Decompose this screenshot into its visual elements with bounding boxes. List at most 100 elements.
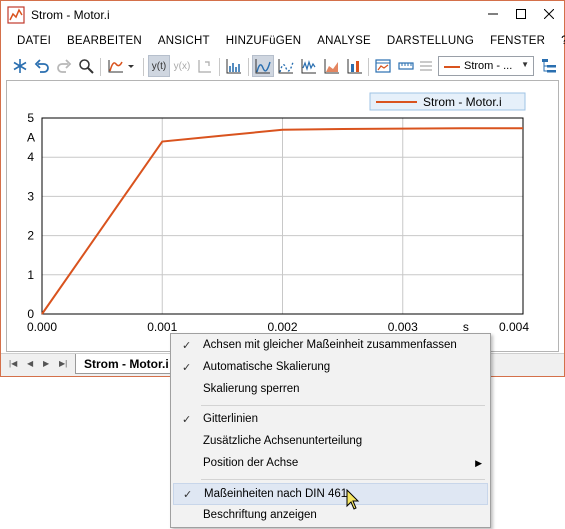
menu-item-merge-axes[interactable]: ✓ Achsen mit gleicher Maßeinheit zusamme… (173, 335, 488, 357)
x-tick-label: 0.001 (147, 320, 177, 334)
menu-item-label: Gitterlinien (203, 413, 258, 425)
menu-item-axis-position[interactable]: Position der Achse ▶ (173, 453, 488, 475)
check-icon: ✓ (182, 414, 192, 426)
menu-item-label: Skalierung sperren (203, 383, 300, 395)
menu-item-lock-scale[interactable]: Skalierung sperren (173, 379, 488, 401)
menu-item-extra-subdivision[interactable]: Zusätzliche Achsenunterteilung (173, 431, 488, 453)
ruler-icon (398, 62, 414, 70)
mouse-pointer-icon (346, 489, 360, 510)
bar-view-button[interactable] (223, 55, 245, 77)
stacked-view-button[interactable] (344, 55, 366, 77)
minimize-icon (488, 13, 498, 15)
redo-icon (57, 59, 72, 73)
y-of-x-button[interactable]: y(x) (171, 55, 193, 77)
xy-transfer-button[interactable] (194, 55, 216, 77)
menu-item-show-labels[interactable]: Beschriftung anzeigen (173, 505, 488, 527)
x-tick-label: 0.002 (267, 320, 297, 334)
magnifier-icon (79, 59, 94, 74)
series-select[interactable]: Strom - ... ▼ (438, 56, 534, 76)
toolbar: y(t) y(x) Strom - ... ▼ (1, 54, 564, 80)
y-of-t-label: y(t) (151, 60, 167, 72)
ruler-button[interactable] (395, 55, 417, 77)
check-icon: ✓ (182, 362, 192, 374)
main-window: Strom - Motor.i DATEI BEARBEITEN ANSICHT… (0, 0, 565, 377)
menu-separator (201, 405, 485, 406)
submenu-arrow-icon: ▶ (475, 458, 482, 468)
y-axis-unit: A (27, 131, 35, 145)
menu-bearbeiten[interactable]: BEARBEITEN (59, 35, 150, 47)
freeze-button[interactable] (9, 55, 31, 77)
menu-help[interactable]: ? (553, 35, 565, 47)
list-button[interactable] (415, 55, 437, 77)
menu-item-label: Position der Achse (203, 457, 299, 469)
window-chart-icon (375, 59, 391, 73)
tab-first-icon[interactable]: |◀ (9, 359, 17, 368)
line-view-button[interactable] (252, 55, 274, 77)
minimize-button[interactable] (481, 3, 505, 25)
bar-chart-icon (226, 59, 241, 74)
undo-icon (34, 59, 49, 73)
menu-datei[interactable]: DATEI (9, 35, 59, 47)
app-chart-icon (7, 6, 25, 24)
redo-button[interactable] (53, 55, 75, 77)
stacked-chart-icon (347, 59, 362, 74)
legend[interactable]: Strom - Motor.i (369, 92, 526, 111)
area-view-button[interactable] (321, 55, 343, 77)
envelope-view-button[interactable] (298, 55, 320, 77)
window-title: Strom - Motor.i (31, 8, 110, 22)
curve-style-icon (108, 60, 134, 73)
close-icon (544, 9, 554, 19)
y-tick-label: 1 (27, 268, 34, 282)
tab-next-icon[interactable]: ▶ (43, 359, 49, 368)
chart-svg[interactable]: 0 1 2 3 4 5 0.000 0.001 0.002 0.003 0.004 A s Str… (7, 81, 558, 351)
axes-transfer-icon (198, 60, 211, 73)
menu-item-auto-scale[interactable]: ✓ Automatische Skalierung (173, 357, 488, 379)
y-of-t-button[interactable]: y(t) (148, 55, 170, 77)
area-chart-icon (324, 59, 339, 74)
menu-item-gridlines[interactable]: ✓ Gitterlinien (173, 409, 488, 431)
check-icon: ✓ (183, 489, 193, 501)
tree-view-button[interactable] (538, 55, 560, 77)
close-button[interactable] (537, 3, 561, 25)
menu-analyse[interactable]: ANALYSE (309, 35, 379, 47)
y-of-x-label: y(x) (173, 60, 191, 72)
menu-item-label: Maßeinheiten nach DIN 461 (204, 488, 348, 500)
cursor-measure-button[interactable] (372, 55, 394, 77)
menu-ansicht[interactable]: ANSICHT (150, 35, 218, 47)
x-tick-label: 0.000 (27, 320, 57, 334)
maximize-button[interactable] (509, 3, 533, 25)
title-bar: Strom - Motor.i (1, 1, 564, 29)
undo-button[interactable] (31, 55, 53, 77)
menu-hinzufuegen[interactable]: HINZUFüGEN (218, 35, 309, 47)
y-tick-label: 3 (27, 189, 34, 203)
points-view-button[interactable] (275, 55, 297, 77)
menu-item-label: Achsen mit gleicher Maßeinheit zusammenf… (203, 339, 457, 351)
toolbar-separator (100, 58, 101, 76)
menu-separator (201, 479, 485, 480)
tab-prev-icon[interactable]: ◀ (27, 359, 33, 368)
toolbar-separator (248, 58, 249, 76)
maximize-icon (516, 9, 526, 19)
toolbar-separator (219, 58, 220, 76)
menu-item-label: Automatische Skalierung (203, 361, 331, 373)
series-color-swatch (444, 66, 460, 68)
check-icon: ✓ (182, 340, 192, 352)
menu-item-din-461[interactable]: ✓ Maßeinheiten nach DIN 461 (173, 483, 488, 505)
menu-darstellung[interactable]: DARSTELLUNG (379, 35, 482, 47)
chart-panel[interactable]: 0 1 2 3 4 5 0.000 0.001 0.002 0.003 0.004 A s Str… (6, 80, 559, 352)
line-chart-icon (255, 59, 271, 74)
tree-icon (542, 59, 556, 73)
dotted-line-icon (278, 59, 294, 74)
curve-style-dropdown[interactable] (105, 55, 139, 77)
toolbar-separator (368, 58, 369, 76)
context-menu: ✓ Achsen mit gleicher Maßeinheit zusamme… (170, 333, 491, 528)
wave-chart-icon (301, 59, 316, 74)
menu-fenster[interactable]: FENSTER (482, 35, 553, 47)
zoom-button[interactable] (75, 55, 97, 77)
tab-last-icon[interactable]: ▶| (59, 359, 67, 368)
menu-bar: DATEI BEARBEITEN ANSICHT HINZUFüGEN ANAL… (1, 30, 565, 52)
y-tick-label: 5 (27, 111, 34, 125)
y-tick-label: 2 (27, 229, 34, 243)
tab-strom-motor[interactable]: Strom - Motor.i (75, 354, 178, 374)
toolbar-separator (143, 58, 144, 76)
